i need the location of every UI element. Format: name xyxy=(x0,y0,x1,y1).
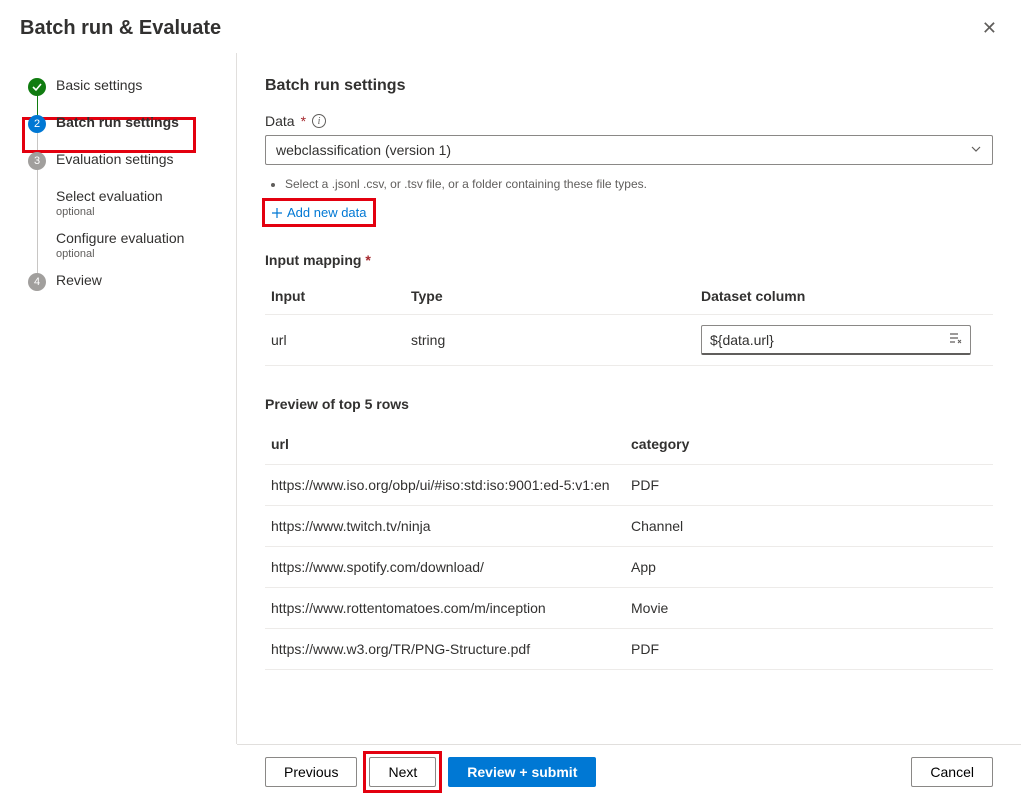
data-field-label: Data * i xyxy=(265,113,993,129)
close-icon[interactable]: ✕ xyxy=(978,14,1001,43)
chevron-down-icon xyxy=(970,143,982,158)
expression-icon[interactable] xyxy=(948,331,962,348)
step-label: Basic settings xyxy=(56,77,142,93)
step-number-icon: 2 xyxy=(28,115,46,133)
data-select-value: webclassification (version 1) xyxy=(276,142,451,158)
preview-row: https://www.spotify.com/download/App xyxy=(265,547,993,588)
preview-table: url category https://www.iso.org/obp/ui/… xyxy=(265,424,993,670)
check-icon xyxy=(28,78,46,96)
substep-select-evaluation[interactable]: Select evaluation optional xyxy=(56,188,236,218)
step-review[interactable]: 4 Review xyxy=(28,272,236,291)
step-label: Review xyxy=(56,272,102,288)
col-input: Input xyxy=(265,278,405,315)
col-type: Type xyxy=(405,278,695,315)
step-label: Evaluation settings xyxy=(56,151,174,167)
data-select[interactable]: webclassification (version 1) xyxy=(265,135,993,165)
info-icon[interactable]: i xyxy=(312,114,326,128)
dataset-column-input[interactable]: ${data.url} xyxy=(701,325,971,355)
step-evaluation-settings[interactable]: 3 Evaluation settings xyxy=(28,151,236,170)
section-heading: Batch run settings xyxy=(265,77,993,95)
dialog-title: Batch run & Evaluate xyxy=(20,17,221,40)
col-dataset: Dataset column xyxy=(695,278,993,315)
col-category: category xyxy=(625,424,993,465)
dialog-header: Batch run & Evaluate ✕ xyxy=(0,0,1021,53)
previous-button[interactable]: Previous xyxy=(265,757,357,787)
col-url: url xyxy=(265,424,625,465)
cancel-button[interactable]: Cancel xyxy=(911,757,993,787)
add-new-data-link[interactable]: Add new data xyxy=(265,201,373,224)
input-mapping-label: Input mapping * xyxy=(265,252,993,268)
preview-row: https://www.w3.org/TR/PNG-Structure.pdfP… xyxy=(265,629,993,670)
mapping-row: url string ${data.url} xyxy=(265,315,993,366)
step-number-icon: 3 xyxy=(28,152,46,170)
preview-row: https://www.rottentomatoes.com/m/incepti… xyxy=(265,588,993,629)
main-content: Batch run settings Data * i webclassific… xyxy=(237,53,1021,744)
step-basic-settings[interactable]: Basic settings xyxy=(28,77,236,96)
substep-configure-evaluation[interactable]: Configure evaluation optional xyxy=(56,230,236,260)
next-button[interactable]: Next xyxy=(369,757,436,787)
step-batch-run-settings[interactable]: 2 Batch run settings xyxy=(28,114,236,133)
input-mapping-table: Input Type Dataset column url string ${d… xyxy=(265,278,993,366)
step-number-icon: 4 xyxy=(28,273,46,291)
hint-text: Select a .jsonl .csv, or .tsv file, or a… xyxy=(285,177,993,191)
preview-row: https://www.iso.org/obp/ui/#iso:std:iso:… xyxy=(265,465,993,506)
preview-title: Preview of top 5 rows xyxy=(265,396,993,412)
preview-row: https://www.twitch.tv/ninjaChannel xyxy=(265,506,993,547)
review-submit-button[interactable]: Review + submit xyxy=(448,757,596,787)
required-marker: * xyxy=(301,113,306,129)
wizard-sidebar: Basic settings 2 Batch run settings 3 Ev… xyxy=(0,53,237,744)
wizard-footer: Previous Next Review + submit Cancel xyxy=(237,744,1021,799)
plus-icon xyxy=(271,207,283,219)
step-label: Batch run settings xyxy=(56,114,179,130)
